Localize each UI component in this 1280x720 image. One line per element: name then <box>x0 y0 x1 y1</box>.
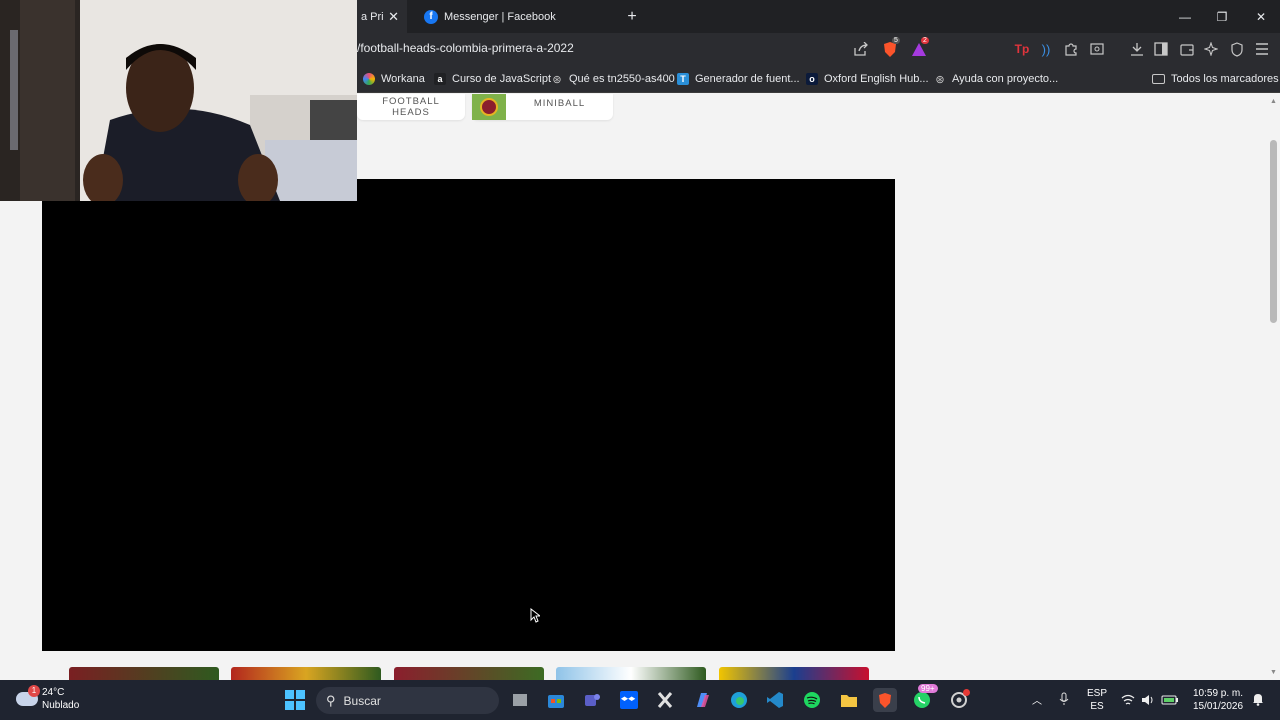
bookmark-generador[interactable]: T Generador de fuent... <box>677 69 800 89</box>
extension-tp-icon[interactable]: Tp <box>1012 40 1032 58</box>
extensions-puzzle-icon[interactable] <box>1061 40 1081 58</box>
game-thumbnail[interactable] <box>231 667 381 680</box>
language-indicator[interactable]: ESP ES <box>1085 687 1109 713</box>
file-explorer-icon[interactable] <box>837 688 861 712</box>
webcam-video <box>0 0 357 201</box>
notifications-icon[interactable] <box>1252 692 1264 711</box>
wallet-icon[interactable] <box>1177 40 1197 58</box>
bookmark-ayuda[interactable]: ⊛ Ayuda con proyecto... <box>934 69 1058 89</box>
scroll-down-arrow-icon[interactable]: ▼ <box>1270 669 1277 676</box>
search-icon: ⚲ <box>326 692 336 708</box>
spotify-icon[interactable] <box>800 688 824 712</box>
weather-condition: Nublado <box>42 700 80 711</box>
tab-label: a Pri <box>361 10 384 23</box>
language-line1: ESP <box>1086 688 1107 699</box>
miniball-thumbnail <box>472 94 506 120</box>
bookmark-label: Generador de fuent... <box>695 73 800 85</box>
mouse-cursor-icon <box>530 607 542 628</box>
tab-label: Messenger | Facebook <box>444 10 556 23</box>
task-view-icon[interactable] <box>508 688 532 712</box>
battery-icon[interactable] <box>1161 693 1179 711</box>
dropbox-icon[interactable] <box>617 688 641 712</box>
workana-icon <box>363 73 375 85</box>
game-card-football-heads[interactable]: FOOTBALL HEADS <box>357 94 465 120</box>
whatsapp-icon[interactable]: 99+ <box>910 684 938 712</box>
game-card-miniball[interactable]: MINIBALL <box>472 94 613 120</box>
whatsapp-badge: 99+ <box>918 684 938 693</box>
taskbar-search[interactable]: ⚲ Buscar <box>316 687 499 714</box>
bookmark-oxford[interactable]: o Oxford English Hub... <box>806 69 929 89</box>
webcam-overlay <box>0 0 357 201</box>
vscode-icon[interactable] <box>763 688 787 712</box>
folder-icon <box>1152 74 1165 84</box>
all-bookmarks-folder[interactable]: Todos los marcadores <box>1152 69 1279 89</box>
game-frame[interactable] <box>42 179 895 651</box>
vpn-icon[interactable] <box>1227 40 1247 58</box>
sidebar-icon[interactable] <box>1151 40 1171 58</box>
windows-start-icon[interactable] <box>283 688 307 712</box>
bookmark-tn2550[interactable]: ⊛ Qué es tn2550-as400 <box>551 69 675 89</box>
game-thumbnail[interactable] <box>394 667 544 680</box>
recording-dot-icon <box>963 689 970 696</box>
leo-ai-icon[interactable] <box>1201 40 1221 58</box>
chevron-up-icon[interactable]: ︿ <box>1032 692 1042 707</box>
teams-icon[interactable] <box>580 688 604 712</box>
bookmark-label: Oxford English Hub... <box>824 73 929 85</box>
close-tab-icon[interactable]: ✕ <box>388 9 399 25</box>
brave-rewards-icon[interactable]: 2 <box>909 37 929 58</box>
openai-icon: ⊛ <box>935 73 945 86</box>
alert-count: 2 <box>921 37 929 44</box>
font-icon: T <box>677 73 689 85</box>
bookmark-javascript[interactable]: a Curso de JavaScript <box>434 69 551 89</box>
bookmark-label: Qué es tn2550-as400 <box>569 73 675 85</box>
game-thumbnail[interactable] <box>69 667 219 680</box>
clock[interactable]: 10:59 p. m. 15/01/2026 <box>1188 687 1248 713</box>
bookmark-label: Curso de JavaScript <box>452 73 552 85</box>
menu-icon[interactable] <box>1252 40 1272 58</box>
clock-date: 15/01/2026 <box>1192 701 1244 712</box>
openai-icon: ⊛ <box>552 73 562 86</box>
obs-recording-icon[interactable] <box>947 688 971 712</box>
clock-time: 10:59 p. m. <box>1192 688 1244 699</box>
microsoft-store-icon[interactable] <box>544 688 568 712</box>
weather-badge: 1 <box>28 685 40 697</box>
minimize-button[interactable]: — <box>1166 0 1204 33</box>
brave-browser-icon[interactable] <box>873 688 897 712</box>
xbox-icon[interactable] <box>653 688 677 712</box>
screenshot-icon[interactable] <box>1087 40 1107 58</box>
bookmark-label: Ayuda con proyecto... <box>952 73 1059 85</box>
bookmark-label: Workana <box>381 73 425 85</box>
game-card-label: MINIBALL <box>533 98 586 109</box>
wifi-icon[interactable] <box>1121 693 1135 711</box>
search-placeholder: Buscar <box>343 693 381 708</box>
url-field[interactable]: /football-heads-colombia-primera-a-2022 <box>357 41 574 55</box>
extension-audio-icon[interactable]: )) <box>1036 40 1056 58</box>
tab-messenger[interactable]: f Messenger | Facebook <box>418 0 618 33</box>
a-icon: a <box>434 73 446 85</box>
edge-icon[interactable] <box>727 688 751 712</box>
new-tab-button[interactable]: + <box>624 0 640 33</box>
all-bookmarks-label: Todos los marcadores <box>1171 73 1279 85</box>
download-icon[interactable] <box>1127 40 1147 58</box>
copilot-icon[interactable] <box>690 688 714 712</box>
maximize-button[interactable]: ❐ <box>1203 0 1241 33</box>
bookmark-workana[interactable]: Workana <box>363 69 425 89</box>
scroll-up-arrow-icon[interactable]: ▲ <box>1270 98 1277 105</box>
language-line2: ES <box>1090 701 1104 712</box>
game-thumbnail[interactable] <box>719 667 869 680</box>
weather-temp: 24°C <box>42 687 65 698</box>
oxford-icon: o <box>806 73 818 85</box>
weather-widget[interactable]: 1 24°C Nublado <box>14 684 89 716</box>
game-card-label: FOOTBALL HEADS <box>382 96 440 118</box>
tab-active[interactable]: a Pri ✕ <box>357 0 407 33</box>
facebook-icon: f <box>424 9 438 24</box>
volume-icon[interactable] <box>1141 693 1155 711</box>
scrollbar-thumb[interactable] <box>1270 140 1277 323</box>
close-window-button[interactable]: ✕ <box>1242 0 1280 33</box>
game-thumbnail[interactable] <box>556 667 706 680</box>
share-icon[interactable] <box>850 40 870 58</box>
brave-shield-icon[interactable]: 5 <box>880 37 900 58</box>
shield-count: 5 <box>892 37 900 44</box>
microphone-icon[interactable] <box>1059 692 1069 711</box>
